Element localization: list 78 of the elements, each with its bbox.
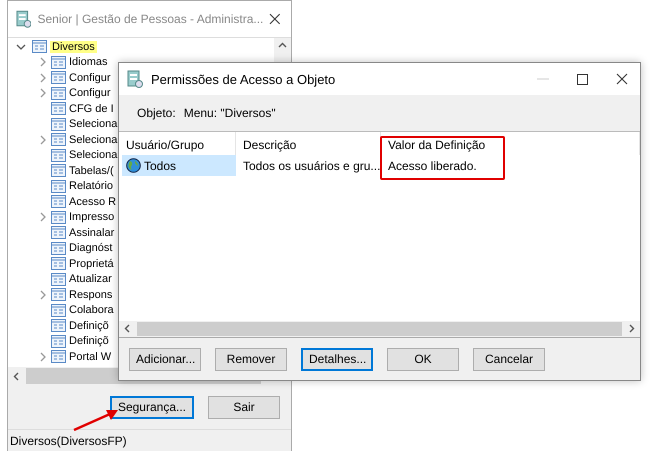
- chevron-right-icon[interactable]: [38, 352, 48, 362]
- tree-item[interactable]: Diagnóst: [67, 242, 114, 254]
- object-value: Menu: "Diversos": [184, 106, 276, 120]
- status-text: Diversos(DiversosFP): [10, 434, 127, 448]
- list-icon: [32, 40, 47, 54]
- tree-item[interactable]: Assinalar: [67, 226, 116, 239]
- object-label: Objeto:: [137, 106, 176, 120]
- chevron-right-icon[interactable]: [38, 57, 48, 68]
- scroll-left-icon[interactable]: [124, 324, 130, 333]
- list-icon: [51, 288, 66, 302]
- list-icon: [51, 210, 66, 224]
- list-icon: [51, 86, 66, 100]
- list-icon: [51, 133, 66, 146]
- maximize-icon[interactable]: [577, 74, 588, 84]
- close-icon[interactable]: [269, 13, 281, 25]
- tree-item[interactable]: Seleciona: [67, 134, 120, 146]
- dialog-button[interactable]: Segurança...: [110, 396, 194, 418]
- tree-item[interactable]: Seleciona: [67, 118, 120, 130]
- scroll-right-icon[interactable]: [629, 324, 635, 333]
- list-icon: [51, 272, 66, 286]
- list-icon: [51, 319, 66, 332]
- list-icon: [51, 71, 66, 84]
- horizontal-scrollbar[interactable]: [119, 321, 640, 337]
- dialog-button[interactable]: Sair: [208, 396, 280, 418]
- arrow-drawing: [74, 410, 118, 432]
- list-icon: [51, 350, 66, 364]
- close-icon[interactable]: [616, 73, 628, 85]
- scroll-left-icon[interactable]: [13, 372, 19, 380]
- tree-item[interactable]: Tabelas/(: [67, 164, 116, 177]
- chevron-right-icon[interactable]: [38, 212, 48, 222]
- app-icon: [16, 10, 32, 28]
- chevron-down-icon[interactable]: [16, 42, 26, 52]
- table-cell-text: Acesso liberado.: [387, 158, 478, 174]
- window-title: Senior | Gestão de Pessoas - Administra...: [37, 12, 264, 26]
- tree-item[interactable]: Atualizar: [67, 273, 114, 286]
- chevron-right-icon[interactable]: [38, 134, 48, 145]
- list-icon: [51, 180, 66, 193]
- tree-item[interactable]: Idiomas: [67, 56, 110, 68]
- list-icon: [51, 56, 66, 69]
- list-icon: [51, 334, 66, 348]
- tree-item[interactable]: Diversos: [50, 40, 97, 53]
- scroll-up-icon[interactable]: [278, 42, 287, 48]
- dialog-title: Permissões de Acesso a Objeto: [151, 72, 336, 86]
- list-icon: [51, 226, 66, 240]
- list-icon: [51, 148, 66, 162]
- chevron-right-icon[interactable]: [38, 290, 48, 300]
- list-icon: [51, 304, 66, 317]
- dialog-button[interactable]: Adicionar...: [129, 348, 201, 370]
- tree-item[interactable]: Acesso R: [67, 196, 118, 208]
- tree-item[interactable]: Relatório: [67, 180, 116, 192]
- table-cell[interactable]: Todos: [122, 155, 236, 176]
- chevron-right-icon[interactable]: [38, 88, 48, 98]
- tree-item[interactable]: Configur: [67, 72, 113, 84]
- globe-icon: [126, 158, 141, 173]
- list-icon: [51, 257, 66, 270]
- chevron-right-icon[interactable]: [38, 72, 48, 83]
- tree-item[interactable]: Definiçõ: [67, 335, 111, 348]
- dialog-button[interactable]: OK: [387, 348, 459, 370]
- tree-item[interactable]: Impresso: [67, 211, 116, 224]
- tree-item[interactable]: CFG de I: [67, 102, 116, 115]
- tree-item[interactable]: Definiçõ: [67, 320, 111, 332]
- list-icon: [51, 195, 66, 208]
- table-cell-text: Todos os usuários e gru...: [242, 158, 381, 174]
- dialog-button[interactable]: Remover: [215, 348, 287, 370]
- tree-item[interactable]: Respons: [67, 288, 114, 301]
- dialog-button[interactable]: Cancelar: [473, 348, 545, 370]
- tree-item[interactable]: Proprietá: [67, 258, 116, 270]
- tree-item[interactable]: Colabora: [67, 304, 116, 316]
- app-icon: [127, 70, 143, 88]
- list-icon: [51, 102, 66, 116]
- list-icon: [51, 164, 66, 178]
- tree-item[interactable]: Portal W: [67, 350, 114, 363]
- tree-item[interactable]: Seleciona: [67, 149, 120, 162]
- list-icon: [51, 242, 66, 255]
- dialog-button[interactable]: Detalhes...: [301, 348, 373, 370]
- tree-item[interactable]: Configur: [67, 87, 113, 100]
- column-header[interactable]: Valor da Definição: [381, 132, 640, 155]
- list-icon: [51, 118, 66, 131]
